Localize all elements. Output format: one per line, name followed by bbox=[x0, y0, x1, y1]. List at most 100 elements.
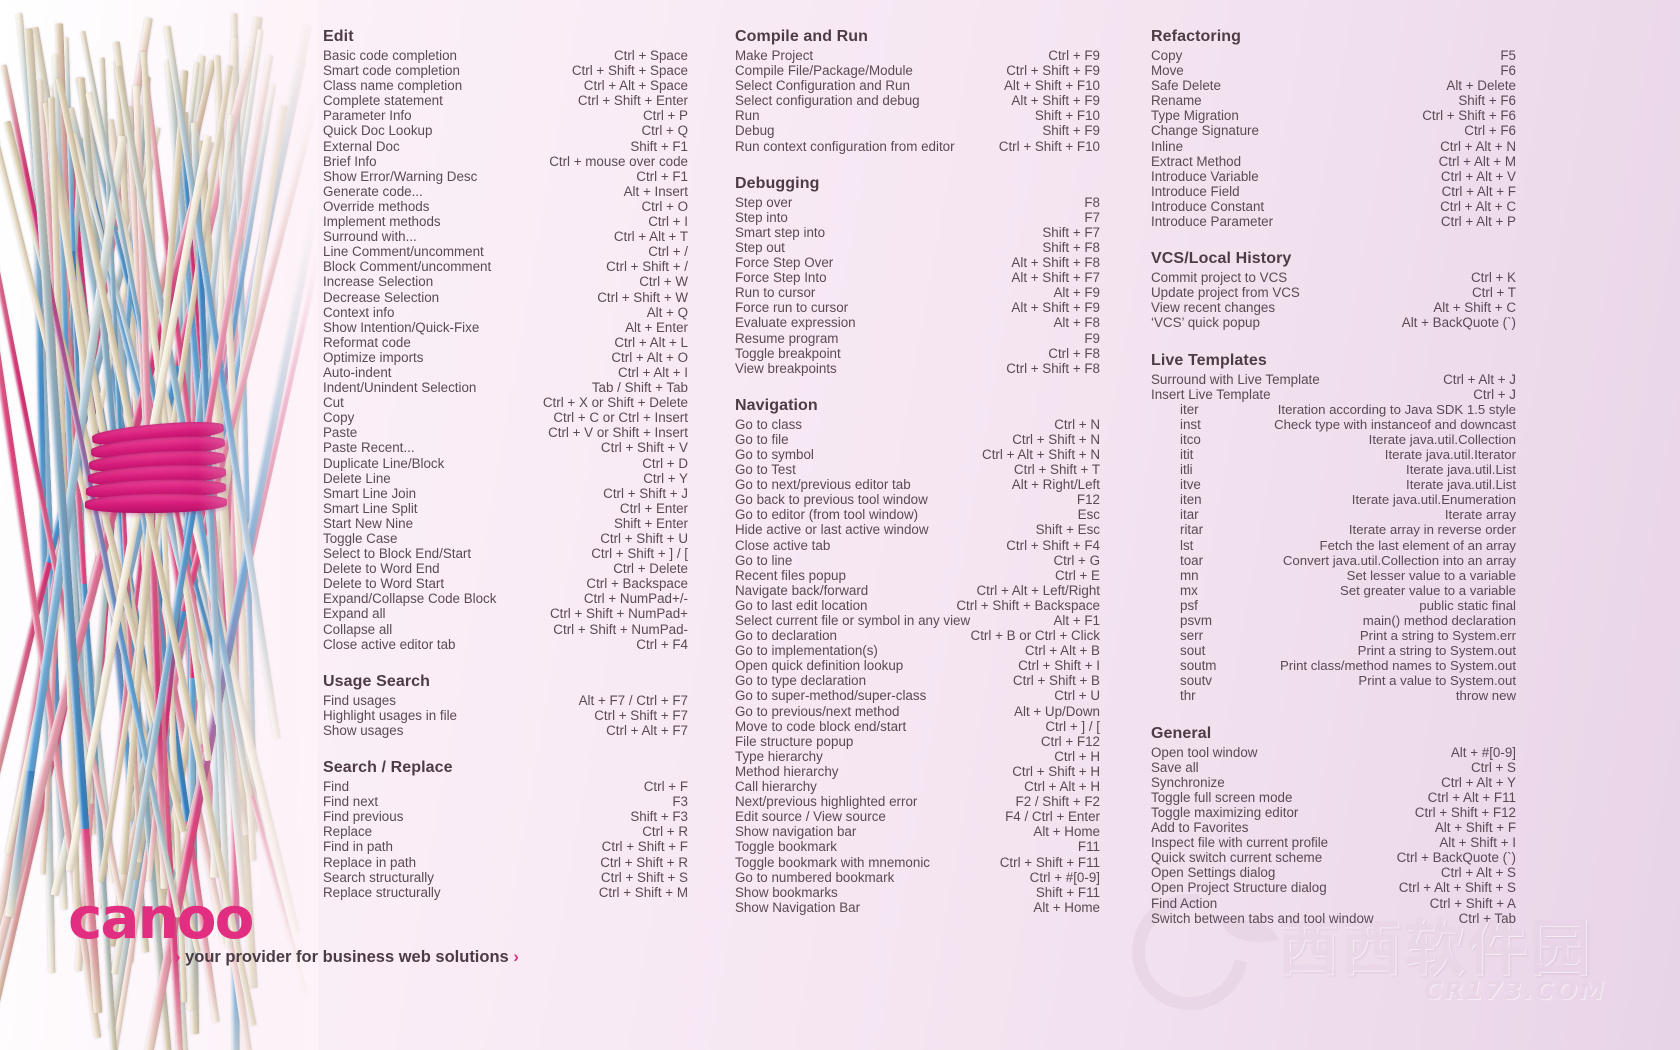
shortcut-key: Shift + F6 bbox=[1458, 93, 1516, 109]
shortcut-key: Ctrl + Alt + C bbox=[1440, 198, 1516, 214]
shortcut-key: Shift + F11 bbox=[1035, 884, 1100, 900]
shortcut-row: itit Iterate java.util.Iterator bbox=[1151, 447, 1516, 462]
shortcut-key: Shift + F10 bbox=[1034, 108, 1100, 124]
shortcut-key: Ctrl + F8 bbox=[1048, 345, 1100, 361]
shortcut-row: psvm main() method declaration bbox=[1151, 613, 1516, 628]
shortcut-row: Make Project Ctrl + F9 bbox=[735, 48, 1100, 63]
shortcut-row: mx Set greater value to a variable bbox=[1151, 583, 1516, 598]
shortcut-action: Delete Line bbox=[323, 470, 391, 486]
shortcut-key: Ctrl + Alt + H bbox=[1024, 779, 1100, 795]
shortcut-row: Open quick definition lookup Ctrl + Shift… bbox=[735, 658, 1100, 673]
shortcut-action: Delete to Word Start bbox=[323, 576, 445, 592]
shortcut-key: Iterate java.util.Iterator bbox=[1384, 446, 1516, 462]
shortcut-action: Go to last edit location bbox=[735, 597, 868, 613]
shortcut-action: Copy bbox=[1151, 48, 1183, 63]
shortcut-key: Ctrl + Y bbox=[643, 470, 688, 486]
shortcut-key: Shift + F8 bbox=[1042, 239, 1100, 255]
shortcut-row: Expand all Ctrl + Shift + NumPad+ bbox=[323, 606, 688, 621]
shortcut-row: Introduce Constant Ctrl + Alt + C bbox=[1151, 199, 1516, 214]
shortcut-row: soutm Print class/method names to System.… bbox=[1151, 658, 1516, 673]
shortcut-key: Ctrl + F9 bbox=[1048, 48, 1100, 63]
shortcut-key: Ctrl + Shift + NumPad- bbox=[553, 621, 688, 637]
shortcut-key: Set lesser value to a variable bbox=[1346, 567, 1516, 583]
shortcut-action: Recent files popup bbox=[735, 567, 846, 583]
shortcut-key: main() method declaration bbox=[1362, 613, 1516, 628]
shortcut-key: Ctrl + Alt + L bbox=[614, 334, 688, 350]
section-title: Edit bbox=[323, 28, 354, 45]
shortcut-action: Navigate back/forward bbox=[735, 582, 869, 598]
shortcut-key: Print class/method names to System.out bbox=[1279, 658, 1516, 674]
shortcut-action: itar bbox=[1180, 507, 1199, 523]
shortcut-key: Ctrl + O bbox=[641, 198, 688, 214]
shortcut-row: Move F6 bbox=[1151, 63, 1516, 78]
shortcut-row: Move to code block end/start Ctrl + ] / [ bbox=[735, 719, 1100, 734]
shortcut-key: Alt + Shift + F10 bbox=[1003, 78, 1100, 94]
shortcut-action: Generate code... bbox=[323, 183, 423, 199]
shortcut-action: Surround with Live Template bbox=[1151, 371, 1320, 387]
shortcut-key: Ctrl + Alt + Left/Right bbox=[976, 582, 1100, 598]
shortcut-action: Search structurally bbox=[323, 869, 434, 885]
shortcut-row: serr Print a string to System.err bbox=[1151, 628, 1516, 643]
shortcut-key: Alt + Shift + C bbox=[1433, 300, 1516, 316]
shortcut-row: Add to Favorites Alt + Shift + F bbox=[1151, 820, 1516, 835]
shortcut-action: Parameter Info bbox=[323, 108, 412, 124]
shortcut-row: lst Fetch the last element of an array bbox=[1151, 538, 1516, 553]
shortcut-action: Find Action bbox=[1151, 895, 1218, 911]
shortcut-row: inst Check type with instanceof and downc… bbox=[1151, 417, 1516, 432]
section-vcs-local-history: VCS/Local History Commit project to VCS Ct… bbox=[1151, 250, 1516, 330]
shortcut-key: Ctrl + Shift + F7 bbox=[594, 707, 688, 723]
shortcut-key: Iteration according to Java SDK 1.5 styl… bbox=[1277, 401, 1516, 417]
shortcut-key: Alt + Shift + F7 bbox=[1011, 270, 1100, 286]
shortcut-row: Introduce Field Ctrl + Alt + F bbox=[1151, 184, 1516, 199]
shortcut-action: Next/previous highlighted error bbox=[735, 794, 918, 810]
shortcut-key: Ctrl + / bbox=[648, 244, 688, 260]
shortcut-key: Alt + F8 bbox=[1053, 315, 1100, 331]
shortcut-action: Toggle maximizing editor bbox=[1151, 804, 1299, 820]
shortcut-key: Iterate array in reverse order bbox=[1348, 522, 1516, 538]
shortcut-action: Method hierarchy bbox=[735, 763, 839, 779]
shortcut-action: Select Configuration and Run bbox=[735, 78, 910, 94]
shortcut-row: Debug Shift + F9 bbox=[735, 123, 1100, 138]
shortcut-action: Open Project Structure dialog bbox=[1151, 880, 1327, 896]
shortcut-row: Open Project Structure dialog Ctrl + Alt … bbox=[1151, 880, 1516, 895]
shortcut-row: Select to Block End/Start Ctrl + Shift + … bbox=[323, 546, 688, 561]
shortcut-key: Ctrl + Shift + F8 bbox=[1006, 360, 1100, 376]
shortcut-key: Ctrl + Shift + F10 bbox=[998, 138, 1100, 154]
shortcut-key: Ctrl + Alt + I bbox=[618, 364, 688, 380]
section-title: VCS/Local History bbox=[1151, 250, 1292, 268]
shortcut-action: Inspect file with current profile bbox=[1151, 835, 1329, 851]
shortcut-row: Run context configuration from editor Ctr… bbox=[735, 139, 1100, 154]
shortcut-action: Decrease Selection bbox=[323, 289, 440, 305]
shortcut-key: Ctrl + Shift + ] / [ bbox=[591, 546, 688, 562]
shortcut-row: Complete statement Ctrl + Shift + Enter bbox=[323, 93, 688, 108]
shortcut-key: Fetch the last element of an array bbox=[1319, 537, 1516, 553]
section-live-templates: Live Templates Surround with Live Templat… bbox=[1151, 352, 1516, 704]
section-title: Compile and Run bbox=[735, 28, 869, 45]
shortcut-action: Start New Nine bbox=[323, 515, 414, 531]
section-general: General Open tool window Alt + #[0-9] Save … bbox=[1151, 725, 1516, 926]
shortcut-action: Move to code block end/start bbox=[735, 718, 907, 734]
shortcut-key: Ctrl + F6 bbox=[1464, 123, 1516, 139]
shortcut-row: Force run to cursor Alt + Shift + F9 bbox=[735, 300, 1100, 315]
shortcut-key: Iterate array bbox=[1444, 507, 1516, 523]
shortcut-row: Delete to Word End Ctrl + Delete bbox=[323, 561, 688, 576]
shortcut-key: Alt + Insert bbox=[623, 183, 688, 199]
shortcut-key: Ctrl + Shift + N bbox=[1012, 431, 1100, 447]
shortcut-row: iten Iterate java.util.Enumeration bbox=[1151, 492, 1516, 507]
shortcut-key: Ctrl + Tab bbox=[1458, 910, 1516, 926]
shortcut-key: Ctrl + Space bbox=[613, 48, 688, 63]
canoo-logo: canoo › your provider for business web s… bbox=[68, 889, 519, 967]
shortcut-row: Show bookmarks Shift + F11 bbox=[735, 885, 1100, 900]
shortcut-action: Select configuration and debug bbox=[735, 93, 920, 109]
shortcut-row: Toggle bookmark with mnemonic Ctrl + Shif… bbox=[735, 855, 1100, 870]
shortcut-action: Context info bbox=[323, 304, 395, 320]
shortcut-row: Resume program F9 bbox=[735, 331, 1100, 346]
shortcut-action: View breakpoints bbox=[735, 360, 837, 376]
shortcut-row: Go to type declaration Ctrl + Shift + B bbox=[735, 673, 1100, 688]
shortcut-action: Debug bbox=[735, 123, 775, 139]
shortcut-action: Add to Favorites bbox=[1151, 820, 1249, 836]
shortcut-action: serr bbox=[1180, 628, 1204, 644]
shortcut-key: Alt + Shift + F9 bbox=[1011, 300, 1100, 316]
shortcut-action: External Doc bbox=[323, 138, 400, 154]
shortcut-action: Open tool window bbox=[1151, 744, 1258, 760]
